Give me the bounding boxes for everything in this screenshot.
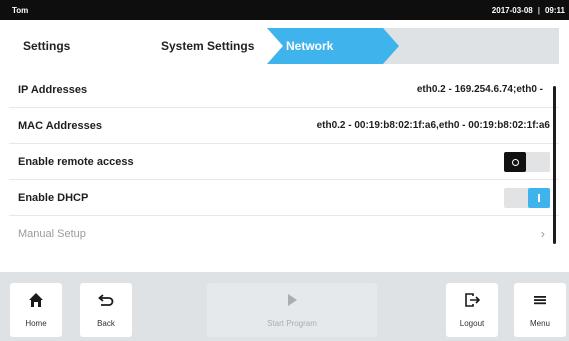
breadcrumb-network-label: Network [286,39,334,53]
back-label: Back [97,319,115,328]
manual-setup-row[interactable]: Manual Setup › [9,216,559,252]
user-name: Tom [12,6,29,15]
chevron-right-icon: › [540,226,545,241]
dhcp-row: Enable DHCP [9,180,559,216]
mac-addresses-value: eth0.2 - 00:19:b8:02:1f:a6,eth0 - 00:19:… [316,120,550,131]
home-label: Home [25,319,47,328]
play-icon [288,294,297,306]
back-arrow-icon [98,294,114,306]
status-separator: | [537,6,540,15]
menu-button[interactable]: Menu [514,283,566,337]
toggle-off-knob [504,152,526,172]
dhcp-toggle[interactable] [504,188,550,208]
logout-icon [465,293,480,307]
menu-label: Menu [529,319,550,328]
date-time: 2017-03-08 | 09:11 [492,6,565,15]
mac-addresses-row: MAC Addresses eth0.2 - 00:19:b8:02:1f:a6… [9,108,559,144]
start-program-button[interactable]: Start Program [207,283,377,337]
menu-icon [534,296,546,305]
remote-access-label: Enable remote access [18,156,134,168]
logout-button[interactable]: Logout [446,283,498,337]
start-program-label: Start Program [267,319,317,328]
toggle-off-icon [511,158,519,166]
toggle-on-icon [538,194,540,202]
breadcrumb-network[interactable]: Network [267,28,399,64]
scrollbar[interactable] [553,86,556,244]
mac-addresses-label: MAC Addresses [18,120,102,132]
breadcrumb: Settings System Settings Network [9,28,559,64]
ip-addresses-label: IP Addresses [18,84,88,96]
bottom-toolbar: Home Back Start Program Logout Menu [0,272,569,341]
remote-access-row: Enable remote access [9,144,559,180]
status-date: 2017-03-08 [491,6,533,15]
back-button[interactable]: Back [80,283,132,337]
manual-setup-label: Manual Setup [18,228,86,240]
dhcp-label: Enable DHCP [18,192,89,204]
breadcrumb-system-settings-label: System Settings [161,39,255,53]
ip-addresses-row: IP Addresses eth0.2 - 169.254.6.74;eth0 … [9,72,559,108]
home-button[interactable]: Home [10,283,62,337]
breadcrumb-settings[interactable]: Settings [9,28,155,64]
status-bar: Tom 2017-03-08 | 09:11 [0,0,569,20]
remote-access-toggle[interactable] [504,152,550,172]
status-time: 09:11 [544,6,565,15]
toggle-on-knob [528,188,550,208]
ip-addresses-value: eth0.2 - 169.254.6.74;eth0 - [416,84,543,95]
breadcrumb-system-settings[interactable]: System Settings [139,28,283,64]
breadcrumb-settings-label: Settings [23,39,71,53]
home-icon [29,293,43,307]
logout-label: Logout [459,319,485,328]
network-settings-list: IP Addresses eth0.2 - 169.254.6.74;eth0 … [9,72,559,270]
